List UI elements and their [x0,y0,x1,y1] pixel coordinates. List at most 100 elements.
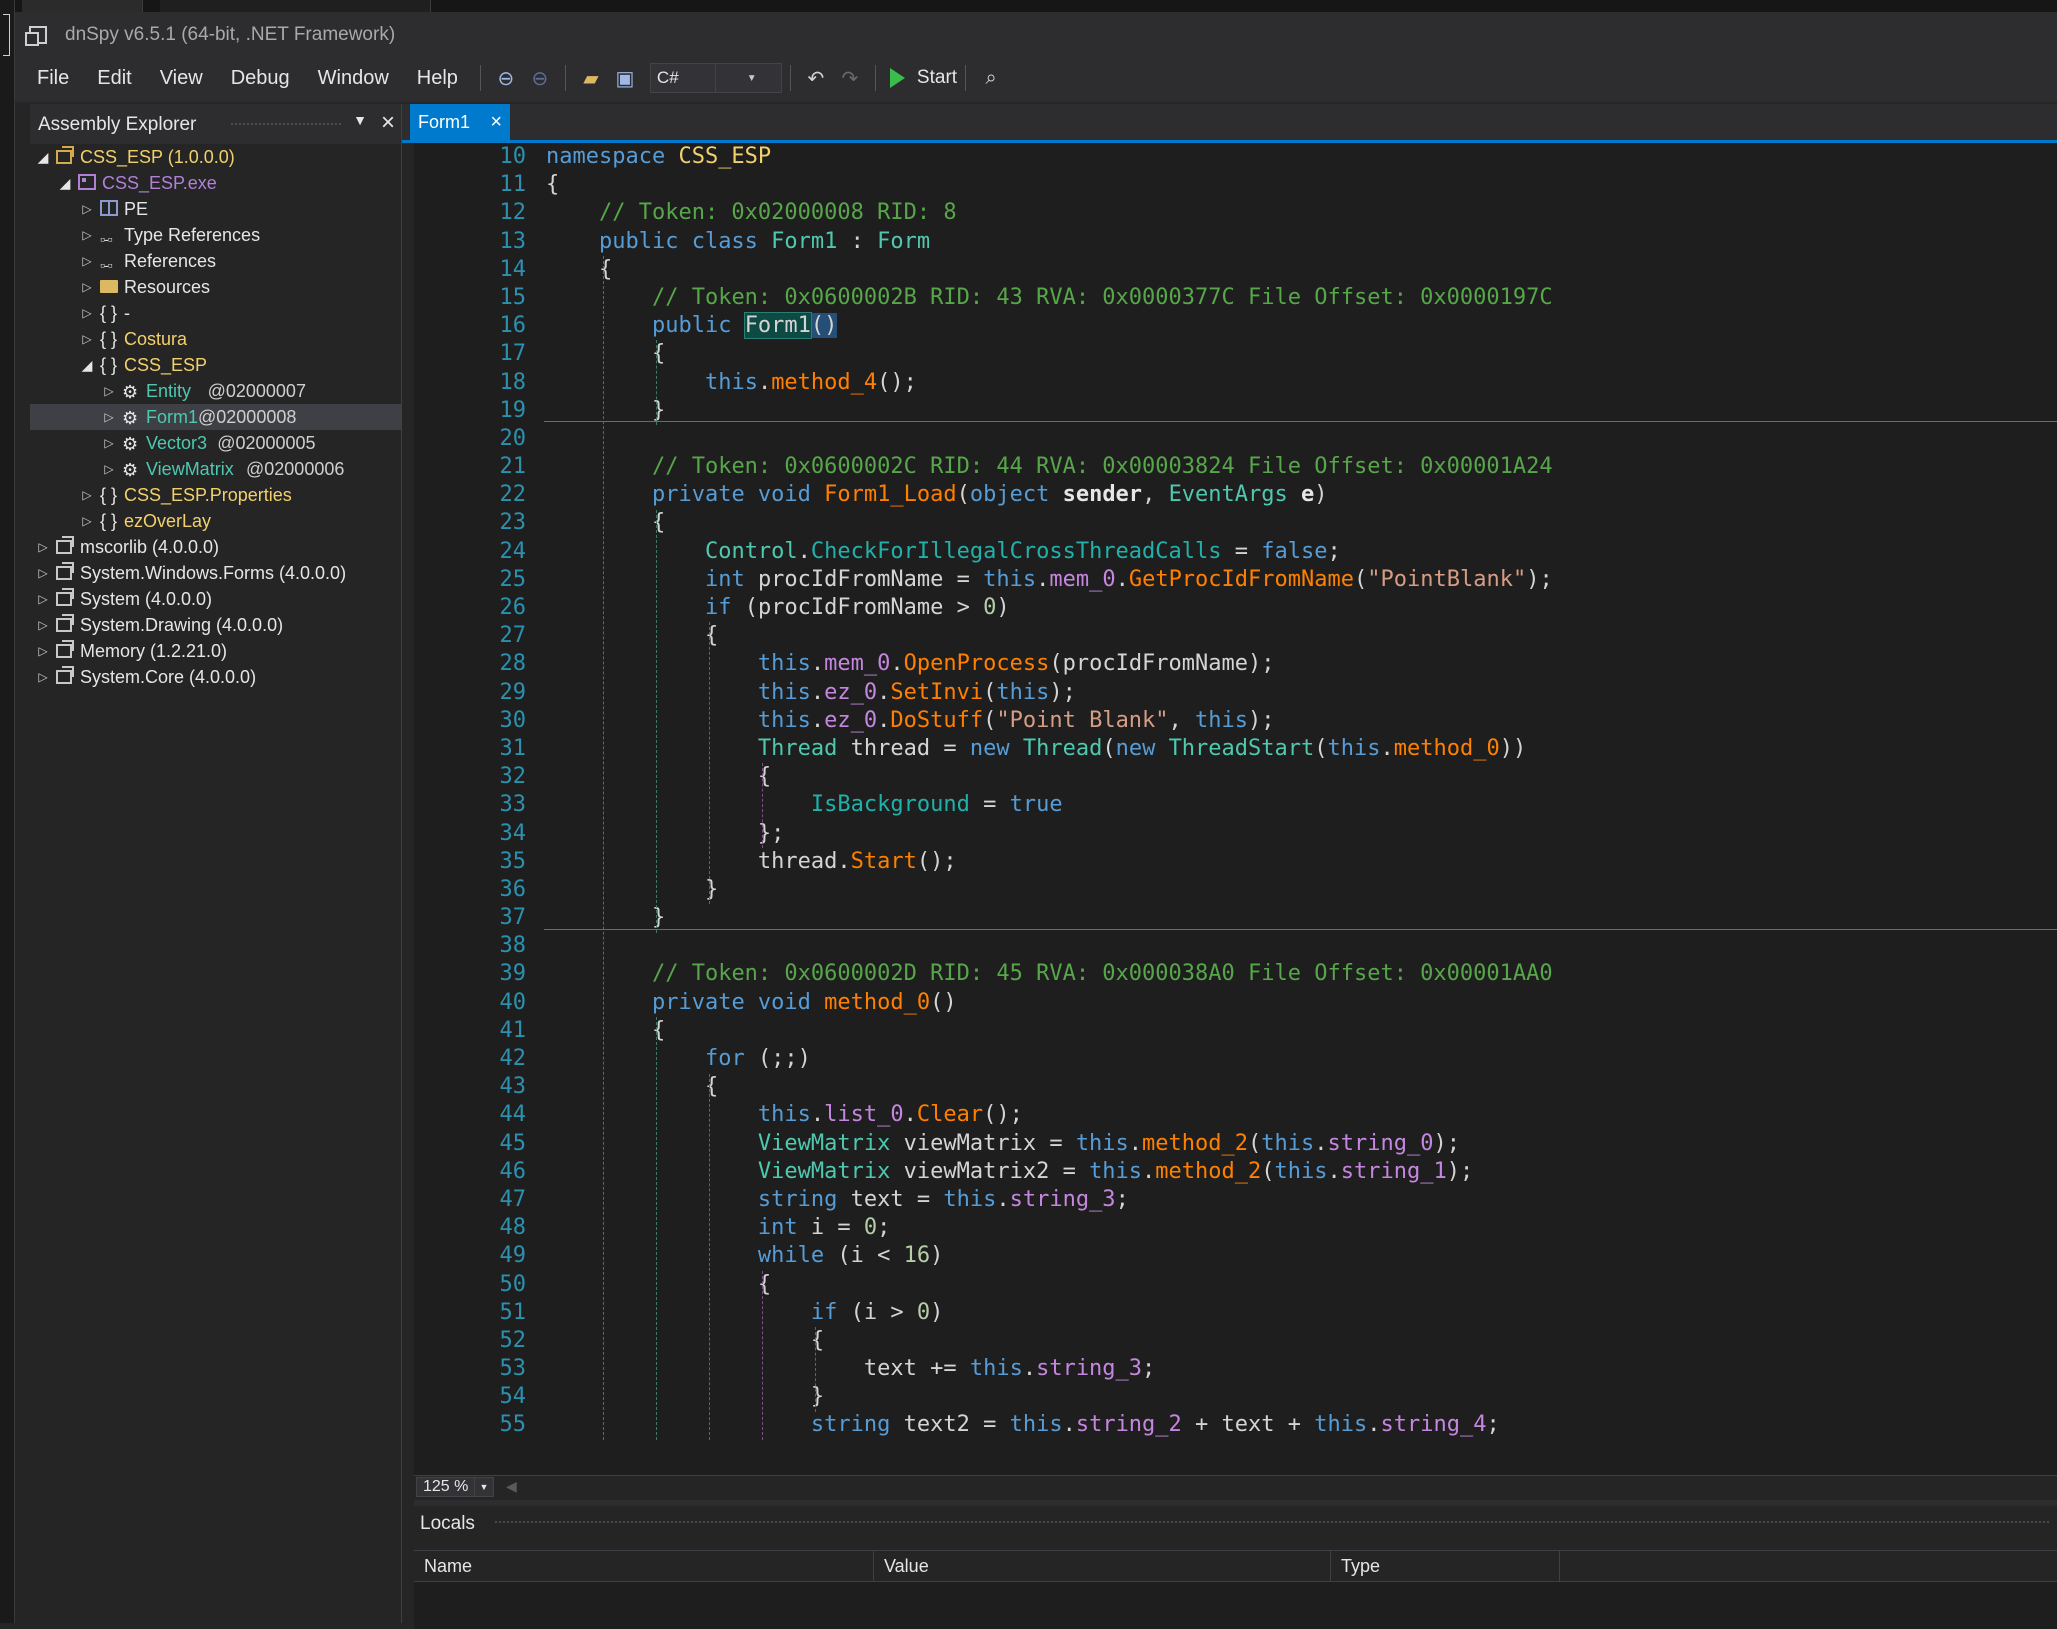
tree-node[interactable]: ▷ ⚙ ViewMatrix @02000006 [30,456,401,482]
code-line[interactable]: 15 // Token: 0x0600002B RID: 43 RVA: 0x0… [414,284,2057,312]
tree-node[interactable]: ▷ System (4.0.0.0) [30,586,401,612]
tree-node[interactable]: ▷ System.Drawing (4.0.0.0) [30,612,401,638]
collapse-icon[interactable]: ◢ [36,144,50,170]
code-line[interactable]: 54 } [414,1383,2057,1411]
expand-icon[interactable]: ▷ [80,326,94,352]
code-line[interactable]: 25 int procIdFromName = this.mem_0.GetPr… [414,566,2057,594]
code-line[interactable]: 33 IsBackground = true [414,791,2057,819]
tree-node[interactable]: ▷ Resources [30,274,401,300]
tree-node[interactable]: ▷ ⚙ Vector3 @02000005 [30,430,401,456]
tree-node[interactable]: ▷ ⚙ Entity @02000007 [30,378,401,404]
code-line[interactable]: 30 this.ez_0.DoStuff("Point Blank", this… [414,707,2057,735]
code-line[interactable]: 41 { [414,1017,2057,1045]
zoom-select[interactable]: 125 % ▼ [416,1477,494,1497]
code-line[interactable]: 23 { [414,509,2057,537]
column-type[interactable]: Type [1331,1551,1560,1581]
code-line[interactable]: 55 string text2 = this.string_2 + text +… [414,1411,2057,1439]
menu-window[interactable]: Window [304,67,403,90]
code-line[interactable]: 39 // Token: 0x0600002D RID: 45 RVA: 0x0… [414,960,2057,988]
tree-node[interactable]: ▷ System.Core (4.0.0.0) [30,664,401,690]
code-line[interactable]: 34 }; [414,820,2057,848]
tree-node[interactable]: ▷ ⚙ Form1 @02000008 [30,404,401,430]
code-line[interactable]: 32 { [414,763,2057,791]
redo-icon[interactable]: ↷ [836,64,864,92]
expand-icon[interactable]: ▷ [36,560,50,586]
back-icon[interactable]: ⊖ [492,64,520,92]
expand-icon[interactable]: ▷ [80,300,94,326]
expand-icon[interactable]: ▷ [36,534,50,560]
expand-icon[interactable]: ▷ [80,222,94,248]
code-line[interactable]: 48 int i = 0; [414,1214,2057,1242]
tree-node[interactable]: ▷ Memory (1.2.21.0) [30,638,401,664]
panel-grip[interactable] [230,122,341,127]
code-line[interactable]: 50 { [414,1271,2057,1299]
code-line[interactable]: 36 } [414,876,2057,904]
column-name[interactable]: Name [414,1551,874,1581]
search-icon[interactable]: ⌕ [977,64,1005,92]
tab-form1[interactable]: Form1 × [410,104,510,140]
tree-node[interactable]: ◢ CSS_ESP (1.0.0.0) [30,144,401,170]
expand-icon[interactable]: ▷ [80,248,94,274]
menu-file[interactable]: File [15,67,83,90]
code-line[interactable]: 42 for (;;) [414,1045,2057,1073]
collapse-icon[interactable]: ◢ [80,352,94,378]
code-line[interactable]: 17 { [414,340,2057,368]
tree-node[interactable]: ▷ ▫-▫ Type References [30,222,401,248]
tree-node[interactable]: ▷ System.Windows.Forms (4.0.0.0) [30,560,401,586]
undo-icon[interactable]: ↶ [802,64,830,92]
code-line[interactable]: 52 { [414,1327,2057,1355]
save-icon[interactable]: ▣ [611,64,639,92]
outer-tab[interactable] [160,0,431,12]
code-editor[interactable]: 10 namespace CSS_ESP 11 {12 // Token: 0x020… [414,143,2057,1475]
code-line[interactable]: 31 Thread thread = new Thread(new Thread… [414,735,2057,763]
expand-icon[interactable]: ▷ [36,586,50,612]
code-line[interactable]: 43 { [414,1073,2057,1101]
code-line[interactable]: 10 namespace CSS_ESP [414,143,2057,171]
code-line[interactable]: 26 if (procIdFromName > 0) [414,594,2057,622]
menu-debug[interactable]: Debug [217,67,304,90]
code-line[interactable]: 11 { [414,171,2057,199]
open-folder-icon[interactable]: ▰ [577,64,605,92]
tree-node[interactable]: ◢ { } CSS_ESP [30,352,401,378]
tree-node[interactable]: ▷ PE [30,196,401,222]
expand-icon[interactable]: ▷ [80,508,94,534]
code-line[interactable]: 20 [414,425,2057,453]
expand-icon[interactable]: ▷ [102,430,116,456]
code-line[interactable]: 45 ViewMatrix viewMatrix = this.method_2… [414,1130,2057,1158]
code-line[interactable]: 51 if (i > 0) [414,1299,2057,1327]
tree-node[interactable]: ▷ { } Costura [30,326,401,352]
code-line[interactable]: 16 public Form1() [414,312,2057,340]
code-line[interactable]: 27 { [414,622,2057,650]
code-line[interactable]: 46 ViewMatrix viewMatrix2 = this.method_… [414,1158,2057,1186]
code-line[interactable]: 29 this.ez_0.SetInvi(this); [414,679,2057,707]
menu-view[interactable]: View [146,67,217,90]
start-button[interactable]: Start [889,67,957,89]
code-line[interactable]: 18 this.method_4(); [414,369,2057,397]
tree-node[interactable]: ▷ { } - [30,300,401,326]
close-tab-icon[interactable]: × [490,104,502,140]
language-select[interactable]: C# ▼ [649,63,782,93]
code-line[interactable]: 44 this.list_0.Clear(); [414,1101,2057,1129]
code-line[interactable]: 22 private void Form1_Load(object sender… [414,481,2057,509]
tree-node[interactable]: ▷ mscorlib (4.0.0.0) [30,534,401,560]
pin-dropdown-icon[interactable]: ▼ [353,112,367,128]
code-line[interactable]: 40 private void method_0() [414,989,2057,1017]
code-line[interactable]: 12 // Token: 0x02000008 RID: 8 [414,199,2057,227]
code-line[interactable]: 38 [414,932,2057,960]
tree-node[interactable]: ▷ ▫-▫ References [30,248,401,274]
expand-icon[interactable]: ▷ [80,274,94,300]
panel-grip[interactable] [494,1520,2051,1525]
expand-icon[interactable]: ▷ [102,456,116,482]
outer-tab[interactable] [22,0,143,12]
code-line[interactable]: 49 while (i < 16) [414,1242,2057,1270]
code-line[interactable]: 35 thread.Start(); [414,848,2057,876]
expand-icon[interactable]: ▷ [36,638,50,664]
expand-icon[interactable]: ▷ [36,612,50,638]
scroll-left-icon[interactable]: ◀ [506,1478,517,1495]
tree-node[interactable]: ◢ CSS_ESP.exe [30,170,401,196]
column-value[interactable]: Value [874,1551,1331,1581]
code-line[interactable]: 24 Control.CheckForIllegalCrossThreadCal… [414,538,2057,566]
tree-node[interactable]: ▷ { } CSS_ESP.Properties [30,482,401,508]
tree-node[interactable]: ▷ { } ezOverLay [30,508,401,534]
menu-edit[interactable]: Edit [83,67,145,90]
